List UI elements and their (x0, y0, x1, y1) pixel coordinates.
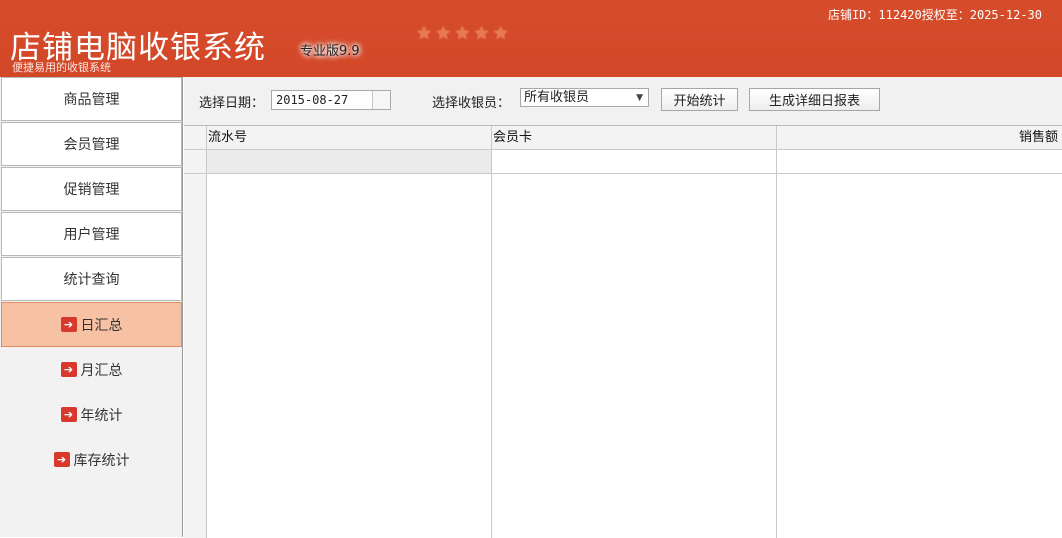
sidebar-item-statistics[interactable]: 统计查询 (1, 257, 182, 301)
row-indicator-column (184, 126, 206, 538)
column-header-member-card[interactable]: 会员卡 (491, 126, 776, 149)
sidebar-item-label: 会员管理 (63, 137, 120, 153)
arrow-right-icon: ➔ (53, 452, 70, 467)
sidebar-item-label: 用户管理 (63, 227, 120, 243)
chevron-down-icon: ▼ (636, 93, 643, 103)
sidebar-item-promotions[interactable]: 促销管理 (1, 167, 182, 211)
generate-report-label: 生成详细日报表 (768, 94, 860, 109)
sidebar-subitem-label: 日汇总 (80, 317, 123, 334)
star-icon: ★ (473, 23, 490, 44)
sidebar-item-label: 促销管理 (63, 182, 120, 198)
sidebar: 商品管理 会员管理 促销管理 用户管理 统计查询 ➔ 日汇总 ➔ 月汇总 ➔ 年… (0, 77, 183, 537)
sidebar-item-members[interactable]: 会员管理 (1, 122, 182, 166)
arrow-right-icon: ➔ (60, 407, 77, 422)
arrow-right-icon: ➔ (60, 362, 77, 377)
sidebar-subitem-inventory-stats[interactable]: ➔ 库存统计 (1, 437, 182, 482)
generate-daily-report-button[interactable]: 生成详细日报表 (749, 88, 880, 111)
date-picker[interactable]: 2015-08-27 (271, 90, 391, 110)
arrow-right-icon: ➔ (60, 317, 77, 332)
start-stats-label: 开始统计 (673, 94, 726, 109)
table-row[interactable] (206, 150, 491, 173)
sidebar-subitem-label: 年统计 (80, 407, 123, 424)
date-dropdown-button[interactable] (372, 91, 390, 109)
data-grid[interactable]: 流水号 会员卡 销售额 (184, 125, 1062, 538)
store-info: 店铺ID：112420授权至：2025-12-30 (827, 8, 1042, 22)
star-icon: ★ (416, 23, 433, 44)
rating-stars: ★ ★ ★ ★ ★ (416, 25, 509, 43)
column-divider (491, 126, 492, 538)
sidebar-subitem-label: 月汇总 (80, 362, 123, 379)
sidebar-item-label: 商品管理 (63, 92, 120, 108)
column-header-serial-no[interactable]: 流水号 (206, 126, 491, 149)
cashier-value: 所有收银员 (524, 90, 590, 105)
date-value: 2015-08-27 (276, 93, 349, 107)
app-header: 店铺电脑收银系统 专业版9.9 便捷易用的收银系统 ★ ★ ★ ★ ★ 店铺ID… (0, 0, 1062, 77)
grid-header: 流水号 会员卡 销售额 (184, 126, 1062, 150)
row-divider (184, 173, 1062, 174)
cashier-label: 选择收银员： (432, 96, 511, 111)
date-label: 选择日期： (199, 96, 265, 111)
filter-toolbar: 选择日期： 2015-08-27 选择收银员： 所有收银员 ▼ 开始统计 生成详… (184, 77, 1062, 125)
sidebar-subitem-yearly-stats[interactable]: ➔ 年统计 (1, 392, 182, 437)
sidebar-item-products[interactable]: 商品管理 (1, 77, 182, 121)
star-icon: ★ (454, 23, 471, 44)
sidebar-subitem-monthly-summary[interactable]: ➔ 月汇总 (1, 347, 182, 392)
start-stats-button[interactable]: 开始统计 (661, 88, 738, 111)
edition-label: 专业版9.9 (300, 44, 360, 59)
sidebar-item-label: 统计查询 (63, 272, 120, 288)
cashier-select[interactable]: 所有收银员 ▼ (520, 88, 649, 107)
column-divider (206, 126, 207, 538)
sidebar-subitem-label: 库存统计 (73, 452, 130, 469)
app-subtitle: 便捷易用的收银系统 (12, 61, 111, 74)
column-header-sales-amount[interactable]: 销售额 (776, 126, 1060, 149)
star-icon: ★ (435, 23, 452, 44)
sidebar-subitem-daily-summary[interactable]: ➔ 日汇总 (1, 302, 182, 347)
star-icon: ★ (492, 23, 509, 44)
sidebar-item-users[interactable]: 用户管理 (1, 212, 182, 256)
column-divider (776, 126, 777, 538)
